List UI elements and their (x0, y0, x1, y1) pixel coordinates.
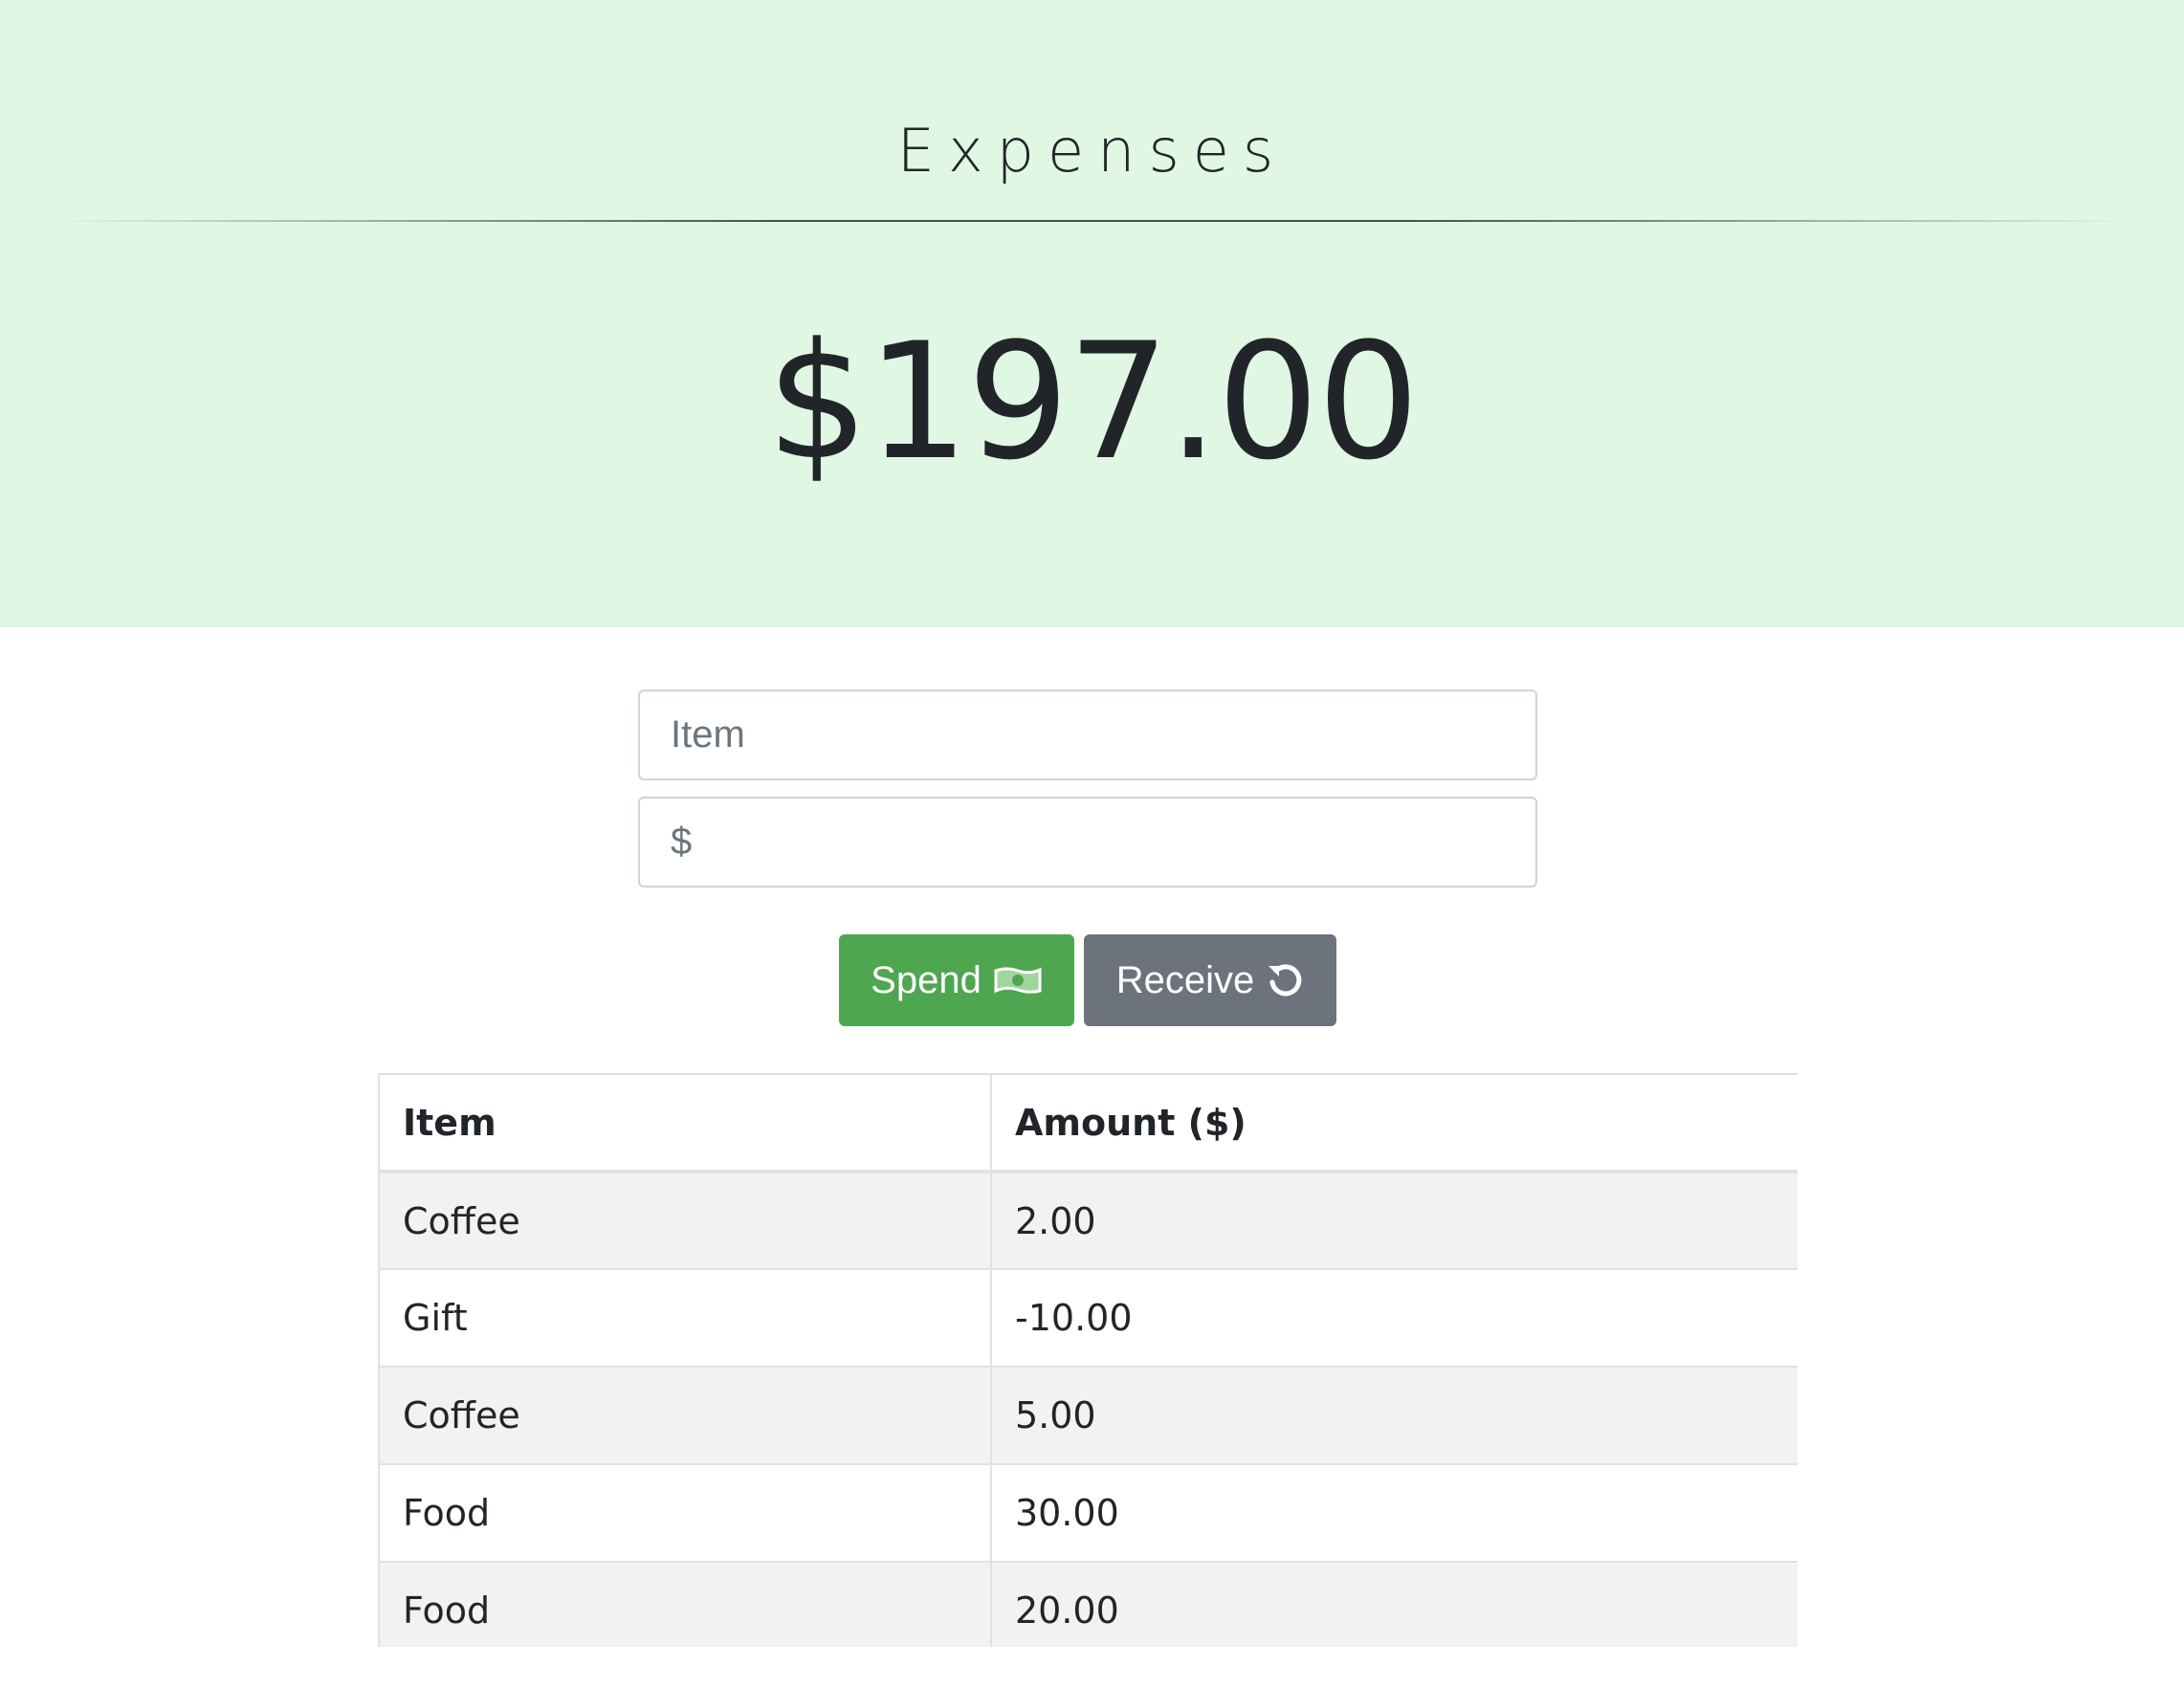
cell-amount: -10.00 (990, 1268, 1798, 1368)
item-input[interactable] (638, 690, 1537, 780)
page-title: Expenses (896, 116, 1288, 186)
cell-item: Coffee (378, 1366, 992, 1465)
table-header-row: Item Amount ($) (378, 1073, 1798, 1173)
cell-item: Food (378, 1463, 992, 1563)
spend-button-label: Spend (871, 958, 982, 1001)
table-row: Coffee 2.00 (378, 1171, 1798, 1270)
table-row: Coffee 5.00 (378, 1366, 1798, 1465)
spend-button[interactable]: Spend (839, 934, 1074, 1026)
table-row: Food 20.00 (378, 1561, 1798, 1647)
money-bill-icon (993, 965, 1043, 996)
cell-amount: 5.00 (990, 1366, 1798, 1465)
undo-icon (1266, 961, 1304, 999)
column-header-item: Item (378, 1073, 992, 1173)
transactions-table-container[interactable]: Item Amount ($) Coffee 2.00 Gift -10.00 … (378, 1073, 1798, 1647)
transactions-table: Item Amount ($) Coffee 2.00 Gift -10.00 … (378, 1073, 1798, 1647)
cell-item: Food (378, 1561, 992, 1647)
column-header-amount: Amount ($) (990, 1073, 1798, 1173)
cell-amount: 2.00 (990, 1171, 1798, 1270)
amount-input[interactable] (638, 797, 1537, 888)
total-balance: $197.00 (766, 308, 1420, 495)
receive-button-label: Receive (1115, 958, 1255, 1001)
cell-amount: 30.00 (990, 1463, 1798, 1563)
table-row: Food 30.00 (378, 1463, 1798, 1563)
receive-button[interactable]: Receive (1084, 934, 1336, 1026)
cell-amount: 20.00 (990, 1561, 1798, 1647)
cell-item: Gift (378, 1268, 992, 1368)
title-divider (57, 220, 2127, 222)
table-row: Gift -10.00 (378, 1268, 1798, 1368)
hero-banner: Expenses $197.00 (0, 0, 2184, 627)
cell-item: Coffee (378, 1171, 992, 1270)
